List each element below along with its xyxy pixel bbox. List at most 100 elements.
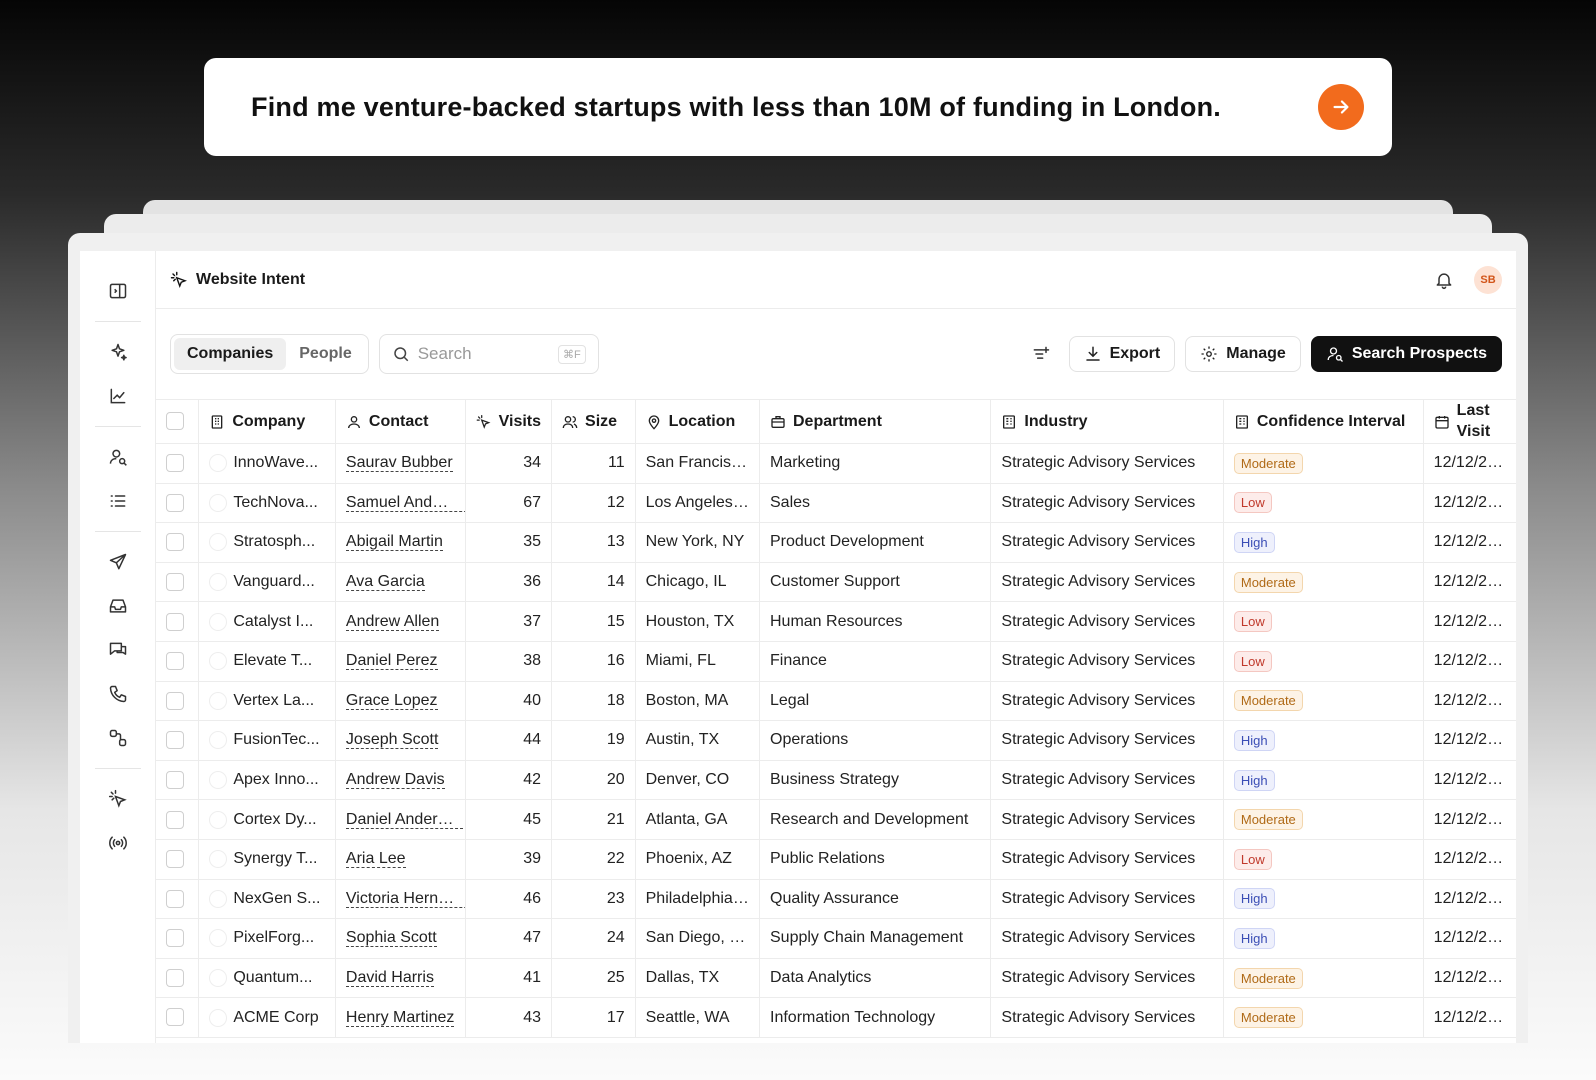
header-contact[interactable]: Contact: [335, 399, 467, 444]
header-confidence[interactable]: Confidence Interval: [1223, 399, 1424, 444]
bell-icon[interactable]: [1434, 270, 1454, 290]
table-row[interactable]: Vanguard... Ava Garcia 36 14 Chicago, IL Cust…: [156, 562, 1516, 603]
avatar[interactable]: SB: [1474, 265, 1502, 294]
contact-link[interactable]: Grace Lopez: [345, 691, 438, 710]
contact-link[interactable]: Abigail Martin: [345, 533, 443, 552]
contact-link[interactable]: Victoria Hernandez: [345, 889, 465, 908]
cell-company[interactable]: ACME Corp: [198, 997, 336, 1038]
row-checkbox[interactable]: [166, 731, 184, 750]
cell-company[interactable]: Stratosph...: [198, 522, 336, 563]
inbox-icon[interactable]: [102, 590, 134, 622]
header-industry[interactable]: Industry: [990, 399, 1224, 444]
manage-button[interactable]: Manage: [1185, 336, 1301, 372]
row-checkbox[interactable]: [166, 533, 184, 552]
contact-link[interactable]: Joseph Scott: [345, 731, 439, 750]
row-checkbox[interactable]: [166, 454, 184, 473]
contact-link[interactable]: Saurav Bubber: [345, 454, 453, 473]
contact-link[interactable]: Ava Garcia: [345, 573, 425, 592]
table-row[interactable]: NexGen S... Victoria Hernandez4623Philade…: [156, 879, 1516, 920]
table-row[interactable]: FusionTec... Joseph Scott 44 19 Austin, TX Op…: [156, 720, 1516, 761]
prompt-text[interactable]: Find me venture-backed startups with les…: [251, 92, 1318, 123]
row-checkbox[interactable]: [166, 691, 184, 710]
row-checkbox[interactable]: [166, 968, 184, 987]
user-search-icon[interactable]: [102, 441, 134, 473]
list-icon[interactable]: [102, 485, 134, 517]
cell-company[interactable]: Apex Inno...: [198, 760, 336, 801]
row-checkbox[interactable]: [166, 929, 184, 948]
cell-company[interactable]: Cortex Dy...: [198, 799, 336, 840]
contact-link[interactable]: Aria Lee: [345, 850, 406, 869]
cell-company[interactable]: Synergy T...: [198, 839, 336, 880]
cell-contact[interactable]: Andrew Allen: [335, 601, 467, 642]
cell-contact[interactable]: Saurav Bubber: [335, 443, 467, 484]
contact-link[interactable]: David Harris: [345, 969, 434, 988]
cell-contact[interactable]: Daniel Anderson: [335, 799, 467, 840]
header-visits[interactable]: Visits: [465, 399, 553, 444]
header-company[interactable]: Company: [198, 399, 336, 444]
row-checkbox[interactable]: [166, 810, 184, 829]
send-icon[interactable]: [102, 546, 134, 578]
contact-link[interactable]: Samuel Anderson: [345, 493, 465, 512]
row-checkbox[interactable]: [166, 850, 184, 869]
table-row[interactable]: Vertex La... Grace Lopez 40 18 Boston, MA Leg…: [156, 681, 1516, 722]
collapse-sidebar-icon[interactable]: [102, 275, 134, 307]
prompt-box[interactable]: Find me venture-backed startups with les…: [204, 58, 1392, 156]
cell-company[interactable]: Vertex La...: [198, 681, 336, 722]
table-row[interactable]: Stratosph... Abigail Martin 35 13 New York, …: [156, 522, 1516, 563]
cell-contact[interactable]: Sophia Scott: [335, 918, 467, 959]
submit-button[interactable]: [1318, 84, 1364, 130]
table-row[interactable]: Cortex Dy... Daniel Anderson 45 21 Atlanta, …: [156, 799, 1516, 840]
tab-people[interactable]: People: [286, 338, 364, 370]
cell-company[interactable]: Catalyst I...: [198, 601, 336, 642]
cell-contact[interactable]: Henry Martinez: [335, 997, 467, 1038]
header-last-visit[interactable]: Last Visit: [1423, 399, 1516, 444]
table-row[interactable]: ACME Corp Henry Martinez 43 17 Seattle, WA In…: [156, 997, 1516, 1038]
cell-contact[interactable]: Andrew Davis: [335, 760, 467, 801]
row-checkbox[interactable]: [166, 770, 184, 789]
search-prospects-button[interactable]: Search Prospects: [1310, 336, 1502, 372]
table-row[interactable]: Quantum... David Harris 41 25 Dallas, TX Data…: [156, 958, 1516, 999]
row-checkbox[interactable]: [166, 652, 184, 671]
table-row[interactable]: PixelForg... Sophia Scott 47 24 San Diego, C…: [156, 918, 1516, 959]
cursor-click-icon[interactable]: [102, 783, 134, 815]
search-input[interactable]: [417, 344, 558, 364]
export-button[interactable]: Export: [1068, 336, 1176, 372]
cell-company[interactable]: InnoWave...: [198, 443, 336, 484]
cell-company[interactable]: TechNova...: [198, 483, 336, 524]
row-checkbox[interactable]: [166, 493, 184, 512]
cell-company[interactable]: Vanguard...: [198, 562, 336, 603]
table-row[interactable]: TechNova... Samuel Anderson 67 12 Los Angele…: [156, 483, 1516, 524]
row-checkbox[interactable]: [166, 889, 184, 908]
contact-link[interactable]: Daniel Perez: [345, 652, 438, 671]
cell-contact[interactable]: Abigail Martin: [335, 522, 467, 563]
header-location[interactable]: Location: [635, 399, 761, 444]
cell-contact[interactable]: Victoria Hernandez: [335, 879, 467, 920]
tab-companies[interactable]: Companies: [174, 338, 287, 370]
cell-company[interactable]: NexGen S...: [198, 879, 336, 920]
table-row[interactable]: Elevate T... Daniel Perez 38 16 Miami, FL Fin…: [156, 641, 1516, 682]
select-all-checkbox[interactable]: [166, 412, 184, 431]
sparkles-icon[interactable]: [102, 336, 134, 368]
row-checkbox[interactable]: [166, 572, 184, 591]
contact-link[interactable]: Henry Martinez: [345, 1008, 455, 1027]
filter-button[interactable]: [1023, 336, 1059, 372]
table-row[interactable]: Synergy T... Aria Lee 39 22 Phoenix, AZ Publi…: [156, 839, 1516, 880]
contact-link[interactable]: Andrew Davis: [345, 771, 445, 790]
chat-icon[interactable]: [102, 634, 134, 666]
cell-contact[interactable]: Joseph Scott: [335, 720, 467, 761]
table-row[interactable]: Apex Inno... Andrew Davis 42 20 Denver, CO Bu…: [156, 760, 1516, 801]
cell-contact[interactable]: Daniel Perez: [335, 641, 467, 682]
table-row[interactable]: InnoWave... Saurav Bubber 34 11 San Francisc…: [156, 443, 1516, 484]
cell-contact[interactable]: Aria Lee: [335, 839, 467, 880]
header-size[interactable]: Size: [551, 399, 636, 444]
phone-icon[interactable]: [102, 678, 134, 710]
row-checkbox[interactable]: [166, 1008, 184, 1027]
chart-line-icon[interactable]: [102, 380, 134, 412]
table-row[interactable]: Catalyst I... Andrew Allen 37 15 Houston, TX…: [156, 601, 1516, 642]
cell-contact[interactable]: Ava Garcia: [335, 562, 467, 603]
cell-company[interactable]: Quantum...: [198, 958, 336, 999]
cell-company[interactable]: FusionTec...: [198, 720, 336, 761]
cell-company[interactable]: Elevate T...: [198, 641, 336, 682]
cell-contact[interactable]: Grace Lopez: [335, 681, 467, 722]
broadcast-icon[interactable]: [102, 827, 134, 859]
